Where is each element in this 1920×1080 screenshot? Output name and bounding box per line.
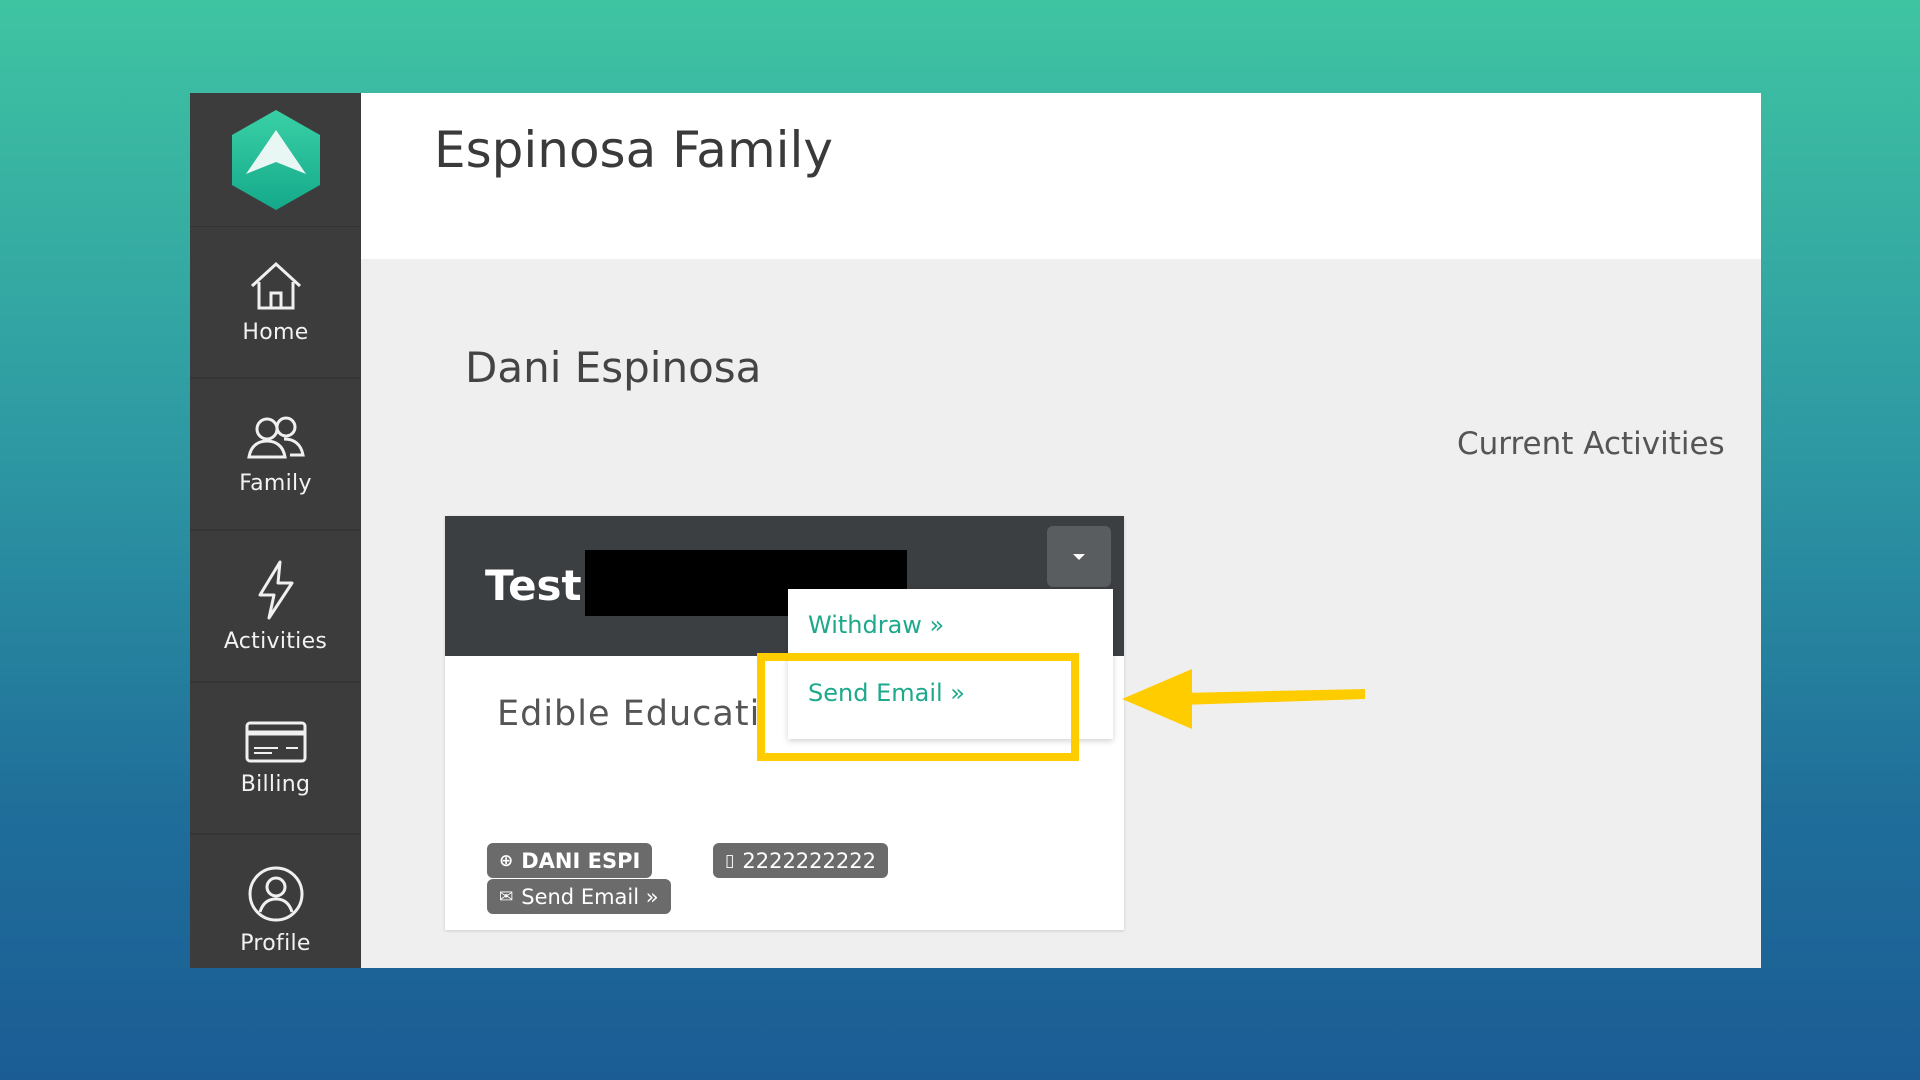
sidebar-item-label: Billing xyxy=(240,771,311,797)
person-name-heading: Dani Espinosa xyxy=(465,343,762,392)
user-icon: ⊕ xyxy=(499,850,514,871)
card-dropdown-toggle[interactable] xyxy=(1047,526,1111,587)
activity-card-subtitle: Edible Educati xyxy=(497,694,761,734)
app-logo-icon[interactable] xyxy=(224,108,328,212)
send-email-badge[interactable]: ✉ Send Email » xyxy=(487,879,671,914)
sidebar-item-home[interactable]: Home xyxy=(190,227,361,379)
sidebar-item-profile[interactable]: Profile xyxy=(190,835,361,968)
current-activities-label: Current Activities xyxy=(1457,426,1725,462)
lightning-icon xyxy=(258,560,293,619)
contact-phone: 2222222222 xyxy=(742,848,876,873)
family-icon xyxy=(246,416,305,458)
logo-area xyxy=(190,93,361,227)
sidebar-item-label: Home xyxy=(242,319,309,345)
home-icon xyxy=(250,261,301,309)
send-email-badge-label: Send Email » xyxy=(521,884,659,909)
withdraw-menu-item[interactable]: Withdraw » xyxy=(808,611,944,639)
contact-name: DANI ESPI xyxy=(521,848,641,873)
page-title: Espinosa Family xyxy=(434,121,834,179)
sidebar-item-activities[interactable]: Activities xyxy=(190,531,361,683)
caret-down-icon xyxy=(1073,553,1085,560)
phone-icon: ▯ xyxy=(725,850,735,871)
contact-phone-badge: ▯ 2222222222 xyxy=(713,843,888,878)
highlight-box xyxy=(757,653,1079,761)
sidebar-item-label: Activities xyxy=(223,628,328,654)
sidebar: Home Family Activities Billing Profile xyxy=(190,93,361,968)
app-window: Home Family Activities Billing Profile E… xyxy=(190,93,1761,968)
sidebar-item-label: Profile xyxy=(240,930,311,956)
pointer-arrow-icon xyxy=(1122,669,1365,729)
activity-card-title: Test xyxy=(485,561,582,610)
profile-icon xyxy=(248,866,303,921)
sidebar-item-family[interactable]: Family xyxy=(190,379,361,531)
billing-card-icon xyxy=(245,721,306,762)
contact-name-badge: ⊕ DANI ESPI xyxy=(487,843,653,878)
sidebar-item-label: Family xyxy=(239,470,312,496)
page-header: Espinosa Family xyxy=(361,93,1761,259)
envelope-icon: ✉ xyxy=(499,886,514,907)
sidebar-item-billing[interactable]: Billing xyxy=(190,683,361,835)
